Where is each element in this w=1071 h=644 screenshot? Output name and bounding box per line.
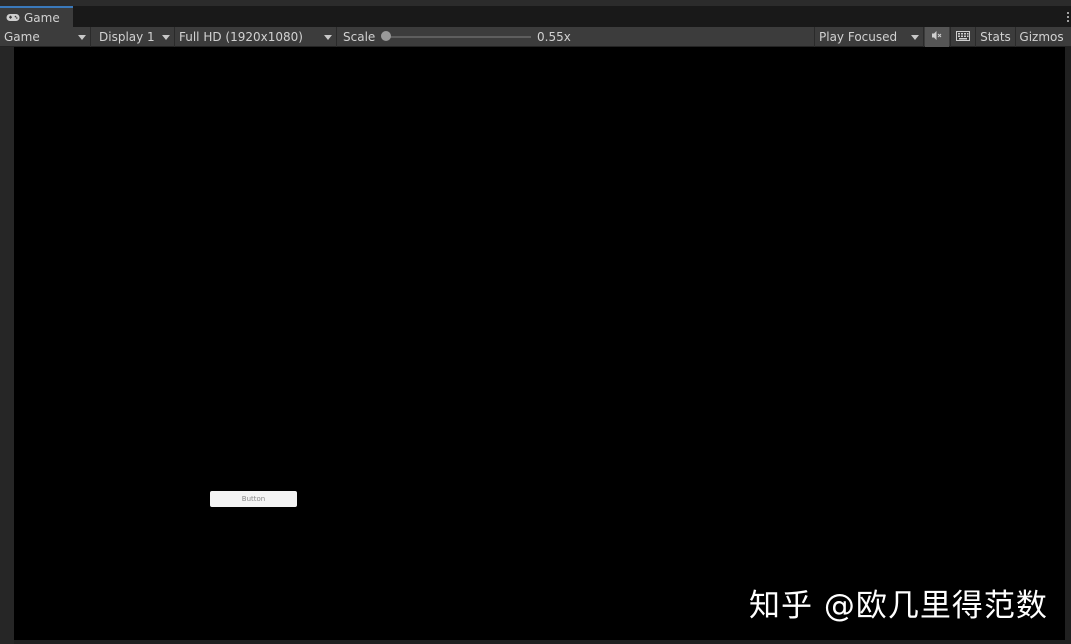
- display-select-label: Display 1: [99, 30, 155, 44]
- scale-label: Scale: [343, 30, 376, 44]
- scale-slider-track[interactable]: [382, 36, 531, 38]
- scale-value: 0.55x: [537, 30, 571, 44]
- gamepad-icon: [6, 11, 20, 25]
- stats-button[interactable]: Stats: [975, 27, 1015, 47]
- mute-audio-icon: [931, 30, 943, 44]
- chevron-down-icon: [911, 35, 919, 40]
- resolution-select[interactable]: Full HD (1920x1080): [175, 27, 337, 47]
- keyboard-shortcuts-icon: [955, 30, 970, 44]
- tab-bar: Game: [0, 0, 1071, 27]
- view-select-label: Game: [4, 30, 40, 44]
- bottom-gutter: [14, 640, 1065, 644]
- chevron-down-icon: [78, 35, 86, 40]
- game-ui-button[interactable]: Button: [210, 491, 297, 507]
- view-select[interactable]: Game: [0, 27, 91, 47]
- game-window: Game Game Display 1 Full HD (1920x1080) …: [0, 0, 1071, 644]
- right-gutter: [1065, 47, 1071, 644]
- play-mode-select-label: Play Focused: [819, 30, 898, 44]
- left-gutter: [0, 47, 14, 644]
- scale-slider-thumb[interactable]: [381, 31, 391, 41]
- resolution-select-label: Full HD (1920x1080): [179, 30, 303, 44]
- tab-label: Game: [24, 10, 60, 25]
- display-select[interactable]: Display 1: [95, 27, 175, 47]
- tab-game[interactable]: Game: [0, 6, 73, 27]
- chevron-down-icon: [162, 35, 170, 40]
- play-mode-select[interactable]: Play Focused: [814, 27, 924, 47]
- keyboard-shortcuts-button[interactable]: [950, 27, 974, 47]
- window-menu-icon[interactable]: [1067, 10, 1070, 24]
- gizmos-button[interactable]: Gizmos: [1015, 27, 1067, 47]
- chevron-down-icon: [324, 35, 332, 40]
- game-view-canvas[interactable]: Button 知乎 @欧几里得范数: [14, 47, 1065, 640]
- watermark: 知乎 @欧几里得范数: [749, 588, 1048, 624]
- mute-audio-button[interactable]: [925, 27, 949, 47]
